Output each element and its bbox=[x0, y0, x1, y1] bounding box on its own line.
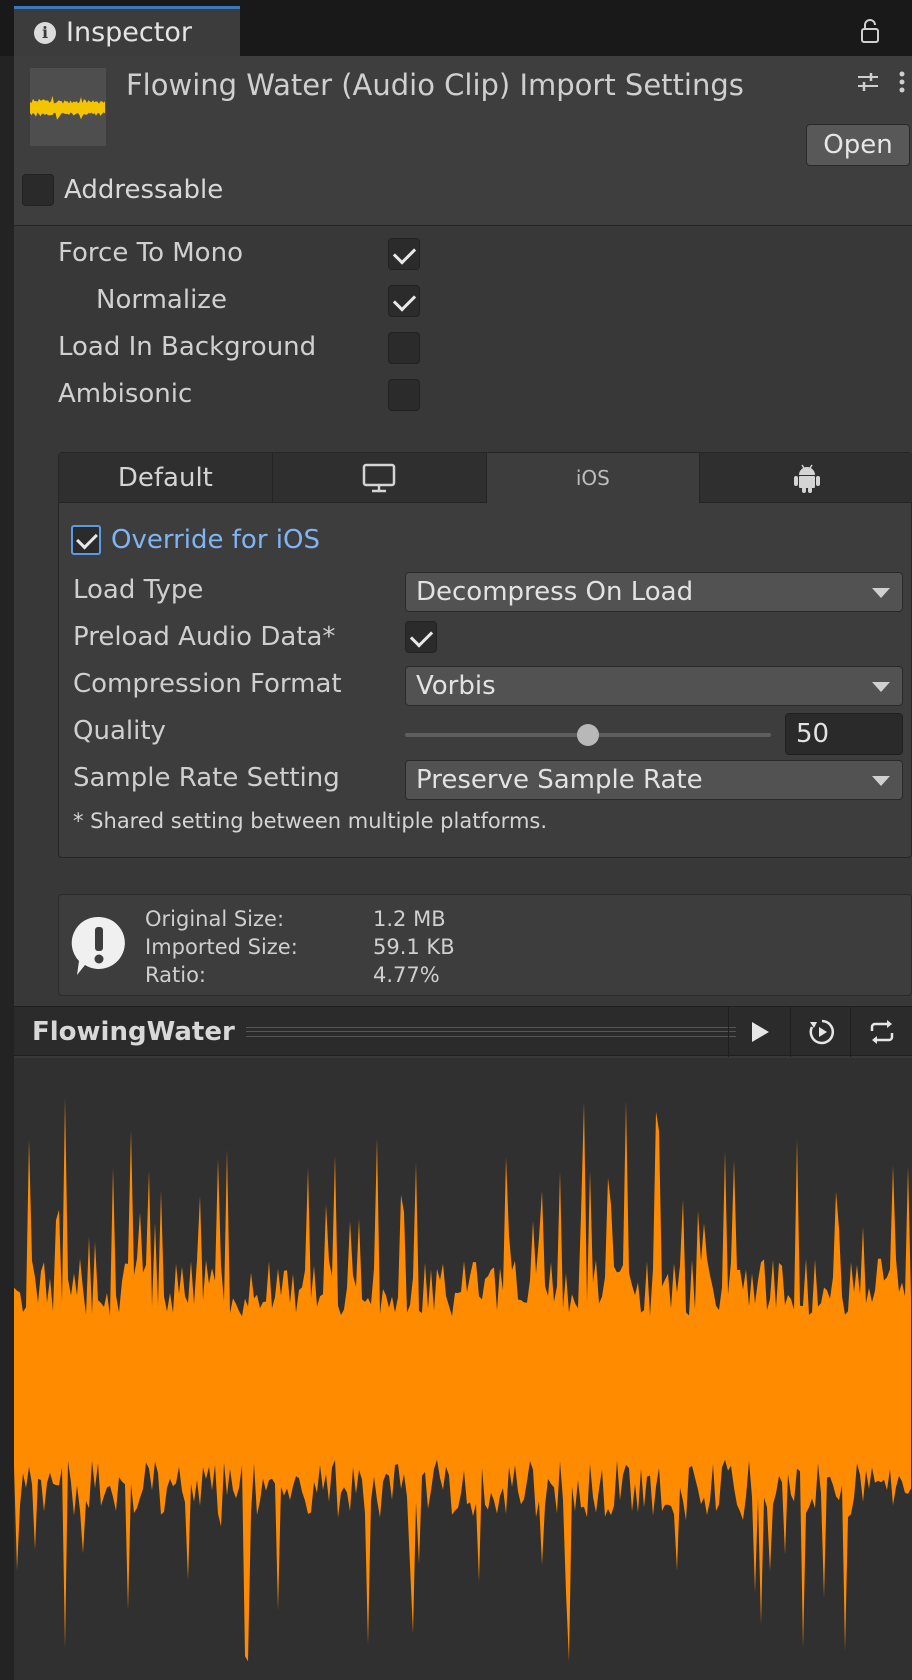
load-in-background-label: Load In Background bbox=[58, 332, 317, 362]
normalize-label: Normalize bbox=[96, 285, 227, 315]
sample-rate-setting-label: Sample Rate Setting bbox=[73, 763, 340, 793]
load-type-dropdown[interactable]: Decompress On Load bbox=[405, 572, 903, 612]
compression-format-dropdown[interactable]: Vorbis bbox=[405, 666, 903, 706]
imported-size-label: Imported Size: bbox=[145, 935, 298, 959]
sample-rate-setting-dropdown[interactable]: Preserve Sample Rate bbox=[405, 760, 903, 800]
preview-toolbar: FlowingWater bbox=[14, 1006, 912, 1057]
shared-setting-note: * Shared setting between multiple platfo… bbox=[73, 809, 548, 833]
platform-settings-panel: Default iOS Override for iOS Load Type D… bbox=[58, 452, 912, 858]
compression-format-label: Compression Format bbox=[73, 669, 342, 699]
loop-icon bbox=[870, 1020, 893, 1044]
normalize-checkbox[interactable] bbox=[388, 285, 420, 317]
lock-icon[interactable] bbox=[860, 18, 880, 44]
tab-default[interactable]: Default bbox=[59, 453, 273, 503]
addressable-row[interactable]: Addressable bbox=[22, 174, 223, 206]
chevron-down-icon bbox=[872, 682, 890, 692]
preview-title: FlowingWater bbox=[32, 1017, 235, 1047]
quality-slider-handle[interactable] bbox=[577, 724, 599, 746]
audio-waveform bbox=[14, 1058, 912, 1680]
preset-settings-icon[interactable] bbox=[856, 71, 880, 93]
quality-label: Quality bbox=[73, 716, 166, 746]
import-info-box: Original Size: 1.2 MB Imported Size: 59.… bbox=[58, 894, 912, 996]
preload-audio-data-label: Preload Audio Data* bbox=[73, 622, 336, 652]
imported-size-value: 59.1 KB bbox=[373, 935, 455, 959]
audio-clip-thumbnail bbox=[30, 68, 106, 146]
tab-ios[interactable]: iOS bbox=[486, 453, 701, 503]
tab-inspector[interactable]: i Inspector bbox=[14, 6, 240, 56]
ambisonic-label: Ambisonic bbox=[58, 379, 193, 409]
autoplay-icon bbox=[809, 1019, 834, 1045]
sample-rate-setting-value: Preserve Sample Rate bbox=[416, 765, 703, 795]
tab-android[interactable] bbox=[700, 453, 912, 503]
load-type-value: Decompress On Load bbox=[416, 577, 694, 607]
preview-drag-handle[interactable] bbox=[246, 1027, 736, 1037]
tab-standalone[interactable] bbox=[272, 453, 487, 503]
addressable-label: Addressable bbox=[64, 175, 224, 205]
addressable-checkbox[interactable] bbox=[22, 174, 54, 206]
force-to-mono-checkbox[interactable] bbox=[388, 238, 420, 270]
ratio-value: 4.77% bbox=[373, 963, 440, 987]
force-to-mono-label: Force To Mono bbox=[58, 238, 243, 268]
override-for-ios-row[interactable]: Override for iOS bbox=[71, 525, 320, 555]
info-exclamation-icon bbox=[71, 916, 125, 975]
asset-title: Flowing Water (Audio Clip) Import Settin… bbox=[126, 68, 744, 102]
override-for-ios-label: Override for iOS bbox=[111, 525, 320, 555]
tab-title: Inspector bbox=[66, 17, 192, 48]
override-for-ios-checkbox[interactable] bbox=[71, 525, 101, 555]
open-button[interactable]: Open bbox=[806, 124, 910, 166]
quality-slider[interactable] bbox=[405, 724, 771, 746]
loop-button[interactable] bbox=[850, 1007, 912, 1057]
quality-field[interactable]: 50 bbox=[785, 713, 903, 755]
info-icon: i bbox=[34, 21, 56, 44]
chevron-down-icon bbox=[872, 588, 890, 598]
platform-tabs: Default iOS bbox=[59, 453, 912, 503]
play-button[interactable] bbox=[728, 1007, 790, 1057]
tab-bar: i Inspector bbox=[0, 0, 912, 56]
monitor-icon bbox=[362, 463, 396, 492]
inspector-window: i Inspector Flowing Water (Audio Clip) I… bbox=[0, 0, 912, 1680]
compression-format-value: Vorbis bbox=[416, 671, 496, 701]
more-options-icon[interactable] bbox=[898, 70, 906, 94]
play-icon bbox=[751, 1022, 769, 1042]
load-type-label: Load Type bbox=[73, 575, 204, 605]
original-size-value: 1.2 MB bbox=[373, 907, 446, 931]
asset-header: Flowing Water (Audio Clip) Import Settin… bbox=[14, 56, 912, 226]
ambisonic-checkbox[interactable] bbox=[388, 379, 420, 411]
original-size-label: Original Size: bbox=[145, 907, 285, 931]
preload-audio-data-checkbox[interactable] bbox=[405, 621, 437, 653]
chevron-down-icon bbox=[872, 776, 890, 786]
autoplay-button[interactable] bbox=[790, 1007, 852, 1057]
android-icon bbox=[793, 464, 820, 493]
ratio-label: Ratio: bbox=[145, 963, 206, 987]
window-edge bbox=[0, 56, 14, 1680]
load-in-background-checkbox[interactable] bbox=[388, 332, 420, 364]
